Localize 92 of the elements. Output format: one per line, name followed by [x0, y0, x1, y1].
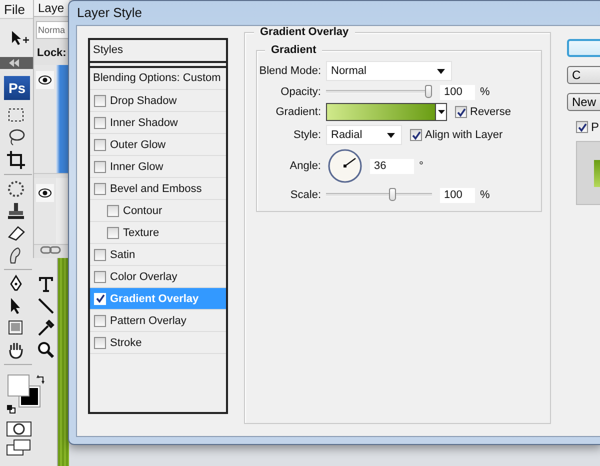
slider-thumb[interactable] — [424, 85, 432, 98]
field-label: Scale: — [289, 188, 321, 203]
unit-label: % — [480, 189, 490, 201]
eye-icon[interactable] — [36, 184, 54, 202]
dropdown[interactable]: Radial — [326, 125, 402, 145]
style-label: Inner Glow — [110, 160, 164, 172]
collapse-icon[interactable] — [8, 59, 20, 67]
style-list-item[interactable]: Inner Glow — [90, 156, 226, 178]
panel-tab[interactable]: Laye — [34, 0, 69, 17]
checkbox[interactable] — [410, 129, 422, 141]
gradient-preview-swatch — [594, 160, 600, 186]
dialog-button[interactable]: New — [567, 93, 600, 111]
caret-icon[interactable] — [438, 110, 444, 114]
checkbox-label: Reverse — [470, 106, 511, 118]
number-field[interactable]: 100 — [440, 188, 475, 202]
type-tool-icon[interactable] — [36, 274, 56, 294]
style-list-item[interactable]: Satin — [90, 244, 226, 266]
style-label: Drop Shadow — [110, 94, 177, 106]
style-list-item[interactable]: Outer Glow — [90, 134, 226, 156]
style-label: Color Overlay — [110, 270, 178, 282]
style-label: Bevel and Emboss — [110, 182, 202, 194]
checkbox-label: Align with Layer — [425, 129, 503, 141]
dropdown[interactable]: Normal — [326, 61, 452, 81]
blending-options-item[interactable]: Blending Options: Custom — [90, 66, 226, 90]
swap-colors-icon[interactable] — [36, 374, 46, 384]
style-label: Contour — [123, 204, 162, 216]
field-label: Angle: — [288, 159, 321, 174]
group-title: Gradient — [265, 44, 322, 56]
unit-label: ° — [419, 160, 424, 172]
checkbox[interactable] — [94, 248, 106, 260]
checkbox[interactable] — [94, 138, 106, 150]
section-title: Gradient Overlay — [254, 26, 355, 38]
style-list-item[interactable]: Bevel and Emboss — [90, 178, 226, 200]
style-label: Texture — [123, 226, 160, 238]
checkbox[interactable] — [455, 106, 467, 118]
style-list-item[interactable]: Inner Shadow — [90, 112, 226, 134]
color-swatches-icon[interactable] — [7, 374, 41, 408]
dialog-title: Layer Style — [76, 4, 144, 22]
eye-icon[interactable] — [36, 71, 54, 89]
checkbox[interactable] — [94, 292, 106, 304]
checkbox[interactable] — [94, 94, 106, 106]
stamp-tool-icon[interactable] — [6, 201, 26, 221]
style-list-item[interactable]: Stroke — [90, 332, 226, 354]
move-tool-icon[interactable] — [10, 30, 30, 46]
screen-mode-icon[interactable] — [6, 439, 32, 457]
checkbox[interactable] — [94, 270, 106, 282]
style-list-item[interactable]: Contour — [90, 200, 226, 222]
style-list-item[interactable]: Drop Shadow — [90, 90, 226, 112]
style-label: Pattern Overlay — [110, 314, 186, 326]
checkbox-label: P — [591, 120, 600, 134]
crop-tool-icon[interactable] — [6, 150, 26, 170]
checkbox[interactable] — [94, 182, 106, 194]
field-label: Gradient: — [274, 105, 321, 120]
quick-mask-icon[interactable] — [6, 421, 32, 437]
gradient-picker[interactable] — [326, 103, 447, 121]
app-logo: Ps — [4, 76, 30, 100]
unit-label: % — [480, 86, 490, 98]
field-label: Blend Mode: — [258, 64, 321, 79]
checkbox[interactable] — [94, 336, 106, 348]
field-label: Style: — [292, 128, 321, 143]
angle-dial-icon[interactable] — [328, 149, 362, 183]
checkbox[interactable] — [94, 314, 106, 326]
number-field[interactable]: 100 — [440, 84, 475, 100]
style-label: Outer Glow — [110, 138, 166, 150]
healing-tool-icon[interactable] — [6, 179, 26, 199]
zoom-icon[interactable] — [36, 340, 56, 360]
style-label: Stroke — [110, 336, 142, 348]
checkbox[interactable] — [107, 226, 119, 238]
layer-row[interactable] — [56, 65, 69, 173]
checkbox[interactable] — [94, 160, 106, 172]
checkbox[interactable] — [107, 204, 119, 216]
lock-label: Lock: — [36, 46, 68, 61]
caret-icon[interactable] — [387, 132, 395, 138]
style-label: Satin — [110, 248, 136, 260]
field-label: Opacity: — [280, 85, 321, 100]
hand-icon[interactable] — [6, 340, 26, 360]
checkbox[interactable] — [94, 116, 106, 128]
slider-thumb[interactable] — [389, 188, 396, 201]
line-tool-icon[interactable] — [36, 296, 56, 316]
layer-row[interactable] — [56, 178, 69, 244]
number-field[interactable]: 36 — [370, 158, 414, 174]
style-label: Gradient Overlay — [110, 292, 199, 304]
style-label: Inner Shadow — [110, 116, 178, 128]
styles-header[interactable]: Styles — [90, 40, 226, 63]
dialog-button[interactable]: C — [567, 66, 600, 84]
dialog-button[interactable] — [567, 39, 600, 57]
style-list-item[interactable]: Pattern Overlay — [90, 310, 226, 332]
default-colors-icon[interactable] — [6, 404, 16, 414]
caret-icon[interactable] — [437, 68, 445, 74]
blend-mode-field[interactable]: Norma — [36, 21, 69, 39]
style-list-item[interactable]: Texture — [90, 222, 226, 244]
checkbox[interactable] — [576, 121, 588, 133]
